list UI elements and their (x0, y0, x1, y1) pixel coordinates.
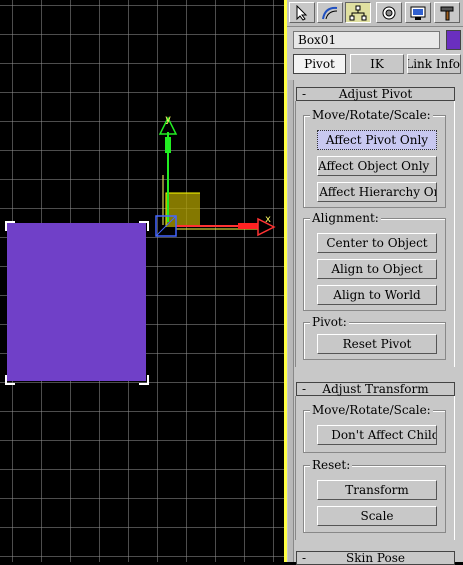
group-label: Move/Rotate/Scale: (310, 403, 433, 417)
reset-transform-button[interactable]: Transform (317, 480, 437, 500)
utilities-hammer-icon (440, 6, 454, 20)
tab-ik[interactable]: IK (350, 54, 404, 74)
panel-scroll-strip[interactable] (288, 80, 294, 562)
pivot-group: Pivot: Reset Pivot (303, 315, 446, 360)
utilities-tab[interactable] (434, 2, 460, 23)
modify-tab[interactable] (317, 2, 343, 23)
align-to-object-button[interactable]: Align to Object (317, 259, 437, 279)
xy-plane-handle (166, 193, 200, 227)
tab-link-info[interactable]: Link Info (407, 54, 461, 74)
command-panel: Box01 Pivot IK Link Info - Adjust Pivot … (287, 0, 463, 565)
adjust-pivot-rollout: Move/Rotate/Scale: Affect Pivot Only Aff… (295, 101, 455, 367)
motion-icon (382, 6, 396, 19)
adjust-transform-rollout: Move/Rotate/Scale: Don't Affect Children… (295, 396, 455, 540)
affect-hierarchy-only-button[interactable]: Affect Hierarchy Only (317, 182, 437, 202)
group-label: Pivot: (310, 315, 349, 329)
display-icon (410, 6, 426, 20)
reset-scale-button[interactable]: Scale (317, 506, 437, 526)
create-tab[interactable] (289, 2, 315, 23)
transform-move-group: Move/Rotate/Scale: Don't Affect Children (303, 403, 446, 453)
hierarchy-icon (349, 5, 367, 20)
rollout-title: Adjust Transform (322, 382, 429, 396)
adjust-transform-rollout-header[interactable]: - Adjust Transform (296, 382, 455, 396)
move-rotate-scale-group: Move/Rotate/Scale: Affect Pivot Only Aff… (303, 108, 446, 208)
hierarchy-tab[interactable] (345, 2, 371, 23)
collapse-icon: - (302, 551, 307, 565)
reset-pivot-button[interactable]: Reset Pivot (317, 334, 437, 354)
display-tab[interactable] (405, 2, 431, 23)
transform-gizmo[interactable] (0, 0, 286, 562)
button-label: Affect Hierarchy Only (319, 185, 436, 199)
adjust-pivot-rollout-header[interactable]: - Adjust Pivot (296, 87, 455, 101)
affect-pivot-only-button[interactable]: Affect Pivot Only (317, 130, 437, 150)
curve-icon (322, 6, 338, 19)
motion-tab[interactable] (376, 2, 402, 23)
rollout-title: Adjust Pivot (338, 87, 413, 101)
y-axis-label: y (165, 114, 172, 125)
tab-pivot[interactable]: Pivot (293, 54, 346, 74)
collapse-icon: - (302, 382, 307, 396)
dont-affect-children-button[interactable]: Don't Affect Children (317, 425, 437, 445)
button-label: Don't Affect Children (331, 428, 436, 442)
collapse-icon: - (302, 87, 307, 101)
group-label: Move/Rotate/Scale: (310, 108, 433, 122)
group-label: Reset: (310, 458, 353, 472)
command-panel-tabs (287, 0, 463, 27)
x-axis-label: x (265, 214, 272, 225)
select-cursor-icon (296, 4, 308, 21)
align-to-world-button[interactable]: Align to World (317, 285, 437, 305)
perspective-viewport[interactable]: y x (0, 0, 286, 562)
object-name-field[interactable]: Box01 (293, 31, 440, 49)
reset-group: Reset: Transform Scale (303, 458, 446, 533)
alignment-group: Alignment: Center to Object Align to Obj… (303, 211, 446, 311)
affect-object-only-button[interactable]: Affect Object Only (317, 156, 437, 176)
rollout-title: Skin Pose (346, 551, 405, 565)
object-color-swatch[interactable] (446, 30, 461, 50)
skin-pose-rollout-header[interactable]: - Skin Pose (296, 551, 455, 565)
group-label: Alignment: (310, 211, 381, 225)
center-to-object-button[interactable]: Center to Object (317, 233, 437, 253)
